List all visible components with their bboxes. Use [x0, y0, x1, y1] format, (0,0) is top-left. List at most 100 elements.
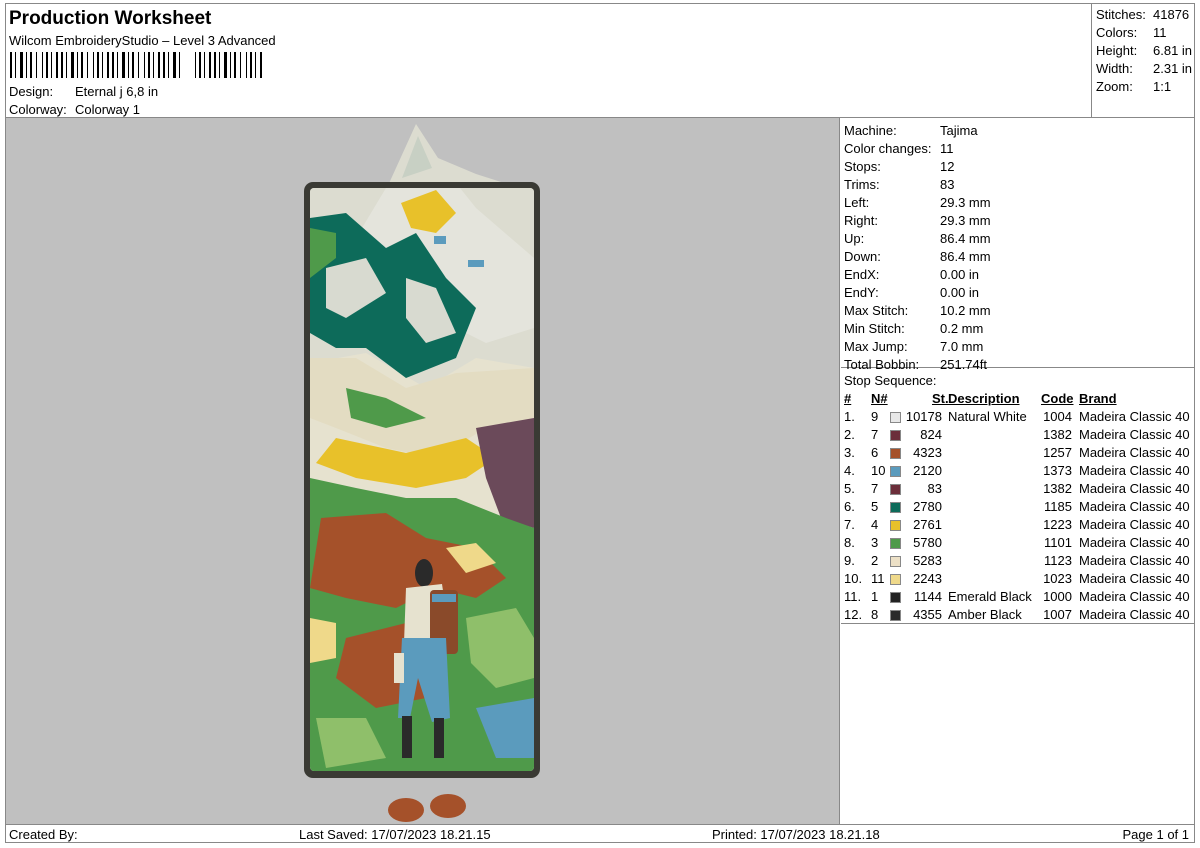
cell-num: 8. — [844, 535, 855, 550]
info-label: Down: — [844, 249, 881, 264]
color-swatch — [890, 610, 901, 621]
stat-label: Zoom: — [1096, 79, 1133, 94]
info-label: Trims: — [844, 177, 880, 192]
cell-brand: Madeira Classic 40 — [1079, 445, 1190, 460]
cell-st: 4323 — [913, 445, 942, 460]
cell-description: Natural White — [948, 409, 1027, 424]
design-label: Design: — [9, 84, 54, 99]
stop-sequence-row: 9. 2 5283 1123 Madeira Classic 40 — [841, 553, 1194, 571]
info-label: Left: — [844, 195, 870, 210]
cell-brand: Madeira Classic 40 — [1079, 499, 1190, 514]
color-swatch — [890, 502, 901, 513]
page-number: Page 1 of 1 — [1122, 827, 1190, 842]
cell-st: 824 — [920, 427, 942, 442]
info-label: Color changes: — [844, 141, 932, 156]
stop-sequence-header: # N# St. Description Code Brand — [841, 391, 1194, 409]
stop-sequence-row: 5. 7 83 1382 Madeira Classic 40 — [841, 481, 1194, 499]
cell-st: 5283 — [913, 553, 942, 568]
cell-brand: Madeira Classic 40 — [1079, 553, 1190, 568]
cell-num: 5. — [844, 481, 855, 496]
cell-st: 2761 — [913, 517, 942, 532]
info-label: EndY: — [844, 285, 879, 300]
cell-brand: Madeira Classic 40 — [1079, 517, 1190, 532]
cell-brand: Madeira Classic 40 — [1079, 589, 1190, 604]
created-by: Created By: — [9, 827, 78, 842]
cell-st: 10178 — [905, 409, 942, 424]
stop-sequence-row: 10. 11 2243 1023 Madeira Classic 40 — [841, 571, 1194, 589]
stop-sequence-row: 4. 10 2120 1373 Madeira Classic 40 — [841, 463, 1194, 481]
color-swatch — [890, 430, 901, 441]
worksheet-frame: Production Worksheet Wilcom EmbroiderySt… — [5, 3, 1195, 843]
stop-sequence-row: 8. 3 5780 1101 Madeira Classic 40 — [841, 535, 1194, 553]
col-code: Code — [1041, 391, 1074, 406]
cell-code: 1382 — [1043, 427, 1072, 442]
info-value: 0.2 mm — [940, 321, 984, 336]
cell-n: 2 — [871, 553, 879, 568]
cell-brand: Madeira Classic 40 — [1079, 463, 1190, 478]
info-label: Min Stitch: — [844, 321, 905, 336]
cell-n: 7 — [871, 481, 879, 496]
col-brand: Brand — [1079, 391, 1117, 406]
stop-sequence-row: 12. 8 4355 Amber Black 1007 Madeira Classic 4… — [841, 607, 1194, 625]
cell-code: 1101 — [1044, 535, 1072, 550]
printed-date: Printed: 17/07/2023 18.21.18 — [712, 827, 880, 842]
cell-code: 1382 — [1043, 481, 1072, 496]
stop-sequence-panel: Stop Sequence: # N# St. Description Code… — [841, 368, 1194, 624]
cell-brand: Madeira Classic 40 — [1079, 481, 1190, 496]
info-label: Stops: — [844, 159, 881, 174]
cell-st: 4355 — [913, 607, 942, 622]
cell-n: 1 — [871, 589, 879, 604]
worksheet-footer: Created By: Last Saved: 17/07/2023 18.21… — [6, 824, 1194, 843]
info-value: 0.00 in — [940, 267, 980, 282]
info-value: 86.4 mm — [940, 249, 991, 264]
stat-label: Height: — [1096, 43, 1138, 58]
stat-value: 11 — [1153, 25, 1167, 40]
design-preview[interactable] — [6, 118, 840, 824]
stats-panel: Stitches: 41876 Colors: 11 Height: 6.81 … — [1091, 4, 1194, 118]
cell-n: 6 — [871, 445, 879, 460]
info-label: Right: — [844, 213, 878, 228]
cell-n: 11 — [871, 571, 885, 586]
cell-num: 3. — [844, 445, 855, 460]
info-value: 7.0 mm — [940, 339, 984, 354]
info-value: 83 — [940, 177, 955, 192]
info-value: 10.2 mm — [940, 303, 991, 318]
cell-n: 9 — [871, 409, 879, 424]
cell-num: 12. — [844, 607, 863, 622]
info-value: 29.3 mm — [940, 213, 991, 228]
cell-brand: Madeira Classic 40 — [1079, 607, 1190, 622]
cell-n: 4 — [871, 517, 879, 532]
colorway-label: Colorway: — [9, 102, 67, 117]
color-swatch — [890, 448, 901, 459]
stat-value: 2.31 in — [1153, 61, 1193, 76]
cell-n: 7 — [871, 427, 879, 442]
info-value: 0.00 in — [940, 285, 980, 300]
cell-st: 2243 — [913, 571, 942, 586]
cell-description: Amber Black — [948, 607, 1022, 622]
mountain-peak — [386, 124, 526, 190]
worksheet-header: Production Worksheet Wilcom EmbroiderySt… — [6, 4, 1091, 118]
cell-code: 1000 — [1043, 589, 1072, 604]
info-label: Max Stitch: — [844, 303, 909, 318]
cell-num: 2. — [844, 427, 855, 442]
cell-num: 11. — [844, 589, 862, 604]
cell-code: 1223 — [1043, 517, 1072, 532]
stop-sequence-row: 11. 1 1144 Emerald Black 1000 Madeira Classic… — [841, 589, 1194, 607]
cell-st: 83 — [927, 481, 942, 496]
cell-num: 1. — [844, 409, 855, 424]
color-swatch — [890, 466, 901, 477]
cell-brand: Madeira Classic 40 — [1079, 427, 1190, 442]
cell-num: 10. — [844, 571, 863, 586]
cell-description: Emerald Black — [948, 589, 1032, 604]
last-saved: Last Saved: 17/07/2023 18.21.15 — [299, 827, 491, 842]
stat-value: 6.81 in — [1153, 43, 1193, 58]
color-swatch — [890, 538, 901, 549]
stat-value: 1:1 — [1153, 79, 1172, 94]
cell-num: 6. — [844, 499, 855, 514]
col-n: N# — [871, 391, 888, 406]
info-value: 11 — [940, 141, 954, 156]
cell-code: 1123 — [1044, 553, 1072, 568]
stat-label: Stitches: — [1096, 7, 1146, 22]
info-value: 86.4 mm — [940, 231, 991, 246]
colorway-value: Colorway 1 — [75, 102, 141, 117]
